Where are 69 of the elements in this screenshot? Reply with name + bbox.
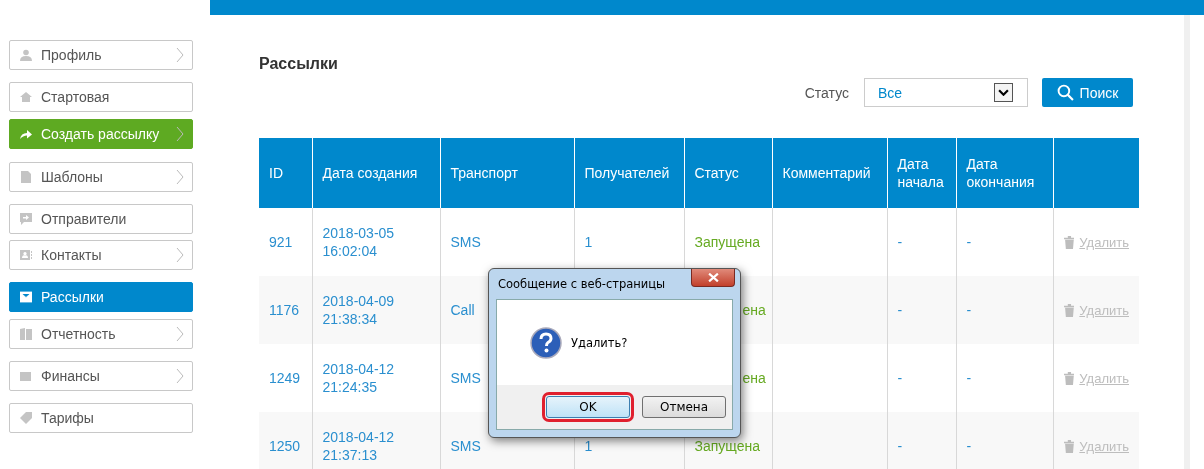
chat-icon xyxy=(20,213,32,225)
table-cell: 1249 xyxy=(269,370,301,386)
page-title: Рассылки xyxy=(259,54,339,74)
table-cell: SMS xyxy=(450,438,481,454)
column-header: Статус xyxy=(694,165,739,181)
wallet-icon xyxy=(20,370,32,382)
dialog-message: Удалить? xyxy=(571,335,628,350)
table-cell: - xyxy=(897,234,903,250)
status-text: ена xyxy=(742,370,766,386)
table-cell: 1 xyxy=(584,438,593,454)
caret-icon xyxy=(998,89,1009,96)
sidebar-item[interactable]: Стартовая xyxy=(9,82,193,112)
close-icon xyxy=(707,273,719,282)
trash-icon xyxy=(1063,371,1075,385)
tag-icon xyxy=(20,412,32,424)
status-select[interactable]: Все xyxy=(864,78,1028,107)
table-cell: 2018-03-05 16:02:04 xyxy=(322,225,395,259)
table-cell: SMS xyxy=(450,234,481,250)
table-cell: Call xyxy=(450,302,475,318)
table-cell: - xyxy=(966,234,972,250)
contact-icon xyxy=(20,249,32,261)
table-cell: 1176 xyxy=(269,302,300,318)
table-cell: 921 xyxy=(269,234,293,250)
home-icon xyxy=(20,91,32,103)
column-header: Дата создания xyxy=(322,165,418,181)
sidebar-item[interactable]: Профиль xyxy=(9,40,193,70)
dialog-button[interactable]: Отмена xyxy=(642,396,726,418)
column-header: ID xyxy=(269,165,283,181)
question-icon xyxy=(530,326,562,359)
trash-icon xyxy=(1063,439,1075,453)
table-cell: 1 xyxy=(584,234,593,250)
person-icon xyxy=(20,49,32,61)
dialog-title: Сообщение с веб-страницы xyxy=(498,277,666,291)
sidebar-item[interactable]: Тарифы xyxy=(9,403,193,433)
table-cell: - xyxy=(897,370,903,386)
status-text: Запущена xyxy=(694,234,760,250)
table-cell: 2018-04-12 21:24:35 xyxy=(322,361,395,395)
column-header: Дата окончания xyxy=(966,156,1035,190)
table-cell: - xyxy=(966,438,972,454)
sidebar-item[interactable]: Контакты xyxy=(9,240,193,270)
table-cell: - xyxy=(897,302,903,318)
status-text: ена xyxy=(742,302,766,318)
sidebar-item[interactable]: Отчетность xyxy=(9,319,193,349)
sidebar-item[interactable]: Рассылки xyxy=(9,282,193,312)
table-cell: 2018-04-09 21:38:34 xyxy=(322,293,395,327)
sidebar-item[interactable]: Отправители xyxy=(9,204,193,234)
close-button[interactable] xyxy=(691,269,735,287)
search-button[interactable]: Поиск xyxy=(1042,78,1133,107)
sidebar-item[interactable]: Финансы xyxy=(9,361,193,391)
status-text: Запущена xyxy=(694,438,760,454)
mail-icon xyxy=(20,291,32,303)
column-header: Транспорт xyxy=(450,165,518,181)
table-cell: 1250 xyxy=(269,438,301,454)
file-icon xyxy=(20,171,32,183)
share-icon xyxy=(20,128,32,140)
table-cell: - xyxy=(897,438,903,454)
status-label: Статус xyxy=(804,84,849,101)
column-header: Получателей xyxy=(584,165,670,181)
table-cell: - xyxy=(966,302,972,318)
column-header: Дата начала xyxy=(897,156,944,190)
trash-icon xyxy=(1063,303,1075,317)
column-header: Комментарий xyxy=(782,165,871,181)
sidebar-item[interactable]: Шаблоны xyxy=(9,162,193,192)
table-cell: 2018-04-12 21:37:13 xyxy=(322,429,395,463)
search-icon xyxy=(1056,84,1074,101)
book-icon xyxy=(20,328,32,340)
trash-icon xyxy=(1063,235,1075,249)
table-cell: - xyxy=(966,370,972,386)
table-cell: SMS xyxy=(450,370,481,386)
